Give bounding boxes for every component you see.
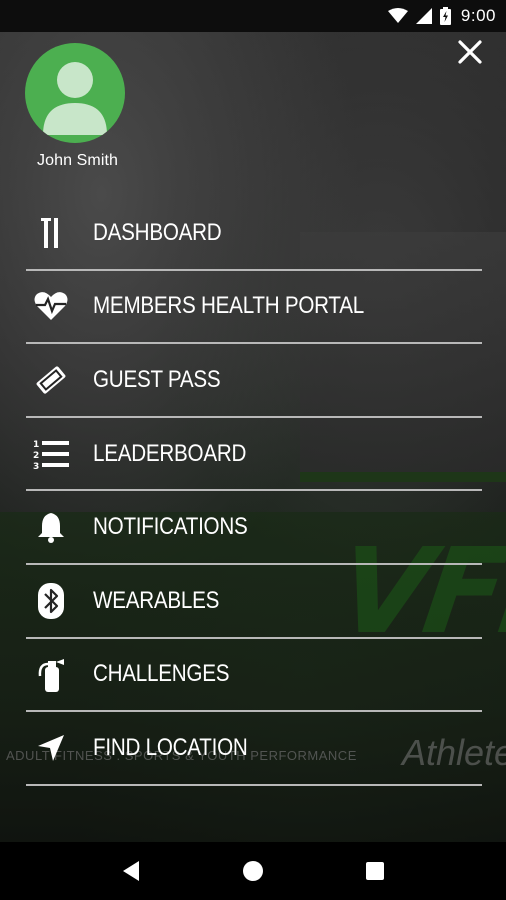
menu-item-guest-pass[interactable]: GUEST PASS [26, 344, 482, 418]
menu-item-challenges[interactable]: CHALLENGES [26, 639, 482, 713]
navigation-arrow-icon [26, 728, 76, 768]
wifi-icon [387, 8, 408, 24]
avatar[interactable] [25, 43, 125, 143]
user-name: John Smith [37, 152, 119, 169]
menu-item-label: GUEST PASS [93, 365, 221, 393]
menu-item-label: WEARABLES [93, 586, 220, 614]
battery-icon [439, 7, 451, 25]
dashboard-icon [26, 213, 76, 253]
menu-item-leaderboard[interactable]: 1 2 3 LEADERBOARD [26, 418, 482, 492]
menu-item-find-location[interactable]: FIND LOCATION [26, 712, 482, 786]
ticket-icon [26, 360, 76, 400]
svg-text:2: 2 [33, 451, 39, 461]
heart-pulse-icon [26, 286, 76, 326]
menu-item-label: FIND LOCATION [93, 733, 248, 761]
menu-item-label: MEMBERS HEALTH PORTAL [93, 292, 364, 320]
system-nav-bar [0, 842, 506, 900]
fire-extinguisher-icon [26, 654, 76, 694]
navigation-drawer: VFit Athlete ADULT FITNESS . SPORTS & YO… [0, 32, 506, 842]
bell-icon [26, 507, 76, 547]
menu-item-label: DASHBOARD [93, 218, 222, 246]
status-time: 9:00 [460, 6, 496, 25]
recents-button[interactable] [355, 851, 395, 891]
person-icon [43, 62, 107, 135]
svg-text:1: 1 [33, 440, 39, 450]
menu-item-members-health-portal[interactable]: MEMBERS HEALTH PORTAL [26, 271, 482, 345]
status-bar: 9:00 [0, 0, 506, 32]
bluetooth-icon [26, 581, 76, 621]
home-icon [243, 861, 263, 881]
drawer-menu: DASHBOARD MEMBERS HEALTH PORTAL GUEST PA… [26, 197, 482, 786]
close-button[interactable] [456, 38, 484, 66]
close-icon [458, 40, 482, 64]
home-button[interactable] [233, 851, 273, 891]
back-button[interactable] [111, 851, 151, 891]
menu-item-label: NOTIFICATIONS [93, 513, 248, 541]
numbered-list-icon: 1 2 3 [26, 434, 76, 474]
menu-item-notifications[interactable]: NOTIFICATIONS [26, 491, 482, 565]
menu-item-label: CHALLENGES [93, 660, 230, 688]
recents-icon [366, 862, 384, 880]
svg-text:3: 3 [33, 462, 39, 470]
back-icon [123, 861, 139, 881]
menu-item-label: LEADERBOARD [93, 439, 247, 467]
signal-icon [415, 8, 432, 24]
menu-item-wearables[interactable]: WEARABLES [26, 565, 482, 639]
menu-item-dashboard[interactable]: DASHBOARD [26, 197, 482, 271]
